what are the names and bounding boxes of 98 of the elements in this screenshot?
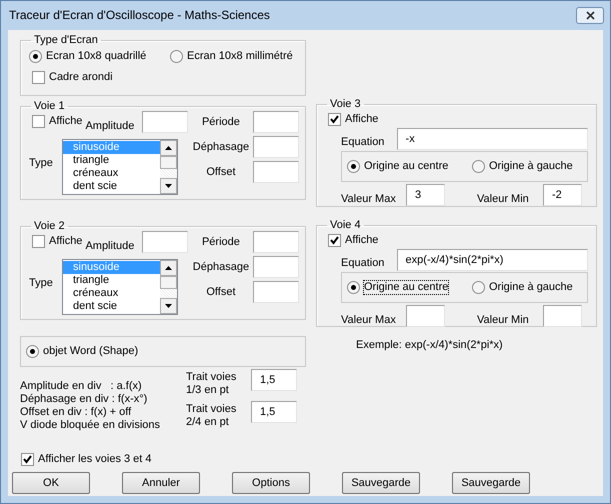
- text-field[interactable]: [253, 111, 300, 133]
- group-title: Voie 4: [329, 219, 362, 232]
- list-item[interactable]: créneaux: [63, 287, 160, 300]
- radio-button[interactable]: [472, 281, 485, 294]
- radio-label[interactable]: Ecran 10x8 quadrillé: [46, 50, 146, 63]
- radio-button[interactable]: [29, 50, 42, 63]
- up-arrow-icon: [165, 146, 172, 150]
- group-title: Voie 2: [33, 220, 66, 233]
- checkbox[interactable]: [328, 234, 341, 247]
- text-field[interactable]: [253, 256, 300, 278]
- text-field[interactable]: -2: [543, 184, 582, 206]
- dialog-button[interactable]: Options: [232, 472, 310, 494]
- window-title: Traceur d'Ecran d'Oscilloscope - Maths-Sciences: [9, 9, 270, 22]
- checkbox-label[interactable]: Afficher les voies 3 et 4: [38, 453, 152, 466]
- amplitude-field[interactable]: [142, 231, 188, 253]
- text-field[interactable]: [253, 136, 300, 158]
- dialog-button[interactable]: Annuler: [122, 472, 200, 494]
- field-label: Période: [200, 236, 241, 248]
- checkbox[interactable]: [21, 453, 34, 466]
- note-text: V diode bloquée en divisions: [20, 419, 162, 432]
- checkbox[interactable]: [32, 71, 45, 84]
- close-icon: [586, 11, 594, 20]
- text-field[interactable]: [406, 305, 445, 327]
- note-text: Amplitude en div : a.f(x): [20, 380, 143, 393]
- list-item[interactable]: dent scie: [63, 180, 160, 193]
- radio-label[interactable]: objet Word (Shape): [43, 345, 138, 358]
- list-item[interactable]: triangle: [63, 274, 160, 287]
- field-label: Déphasage: [192, 260, 250, 274]
- field-label: Type: [29, 156, 54, 170]
- field-label: Offset: [205, 166, 237, 178]
- list-item[interactable]: créneaux: [63, 167, 160, 180]
- scroll-down-button[interactable]: [160, 178, 177, 194]
- radio-button[interactable]: [347, 160, 360, 173]
- scroll-thumb[interactable]: [160, 276, 177, 289]
- dialog-button[interactable]: OK: [12, 472, 90, 494]
- close-button[interactable]: [576, 7, 604, 24]
- dialog-button[interactable]: Sauvegarde: [452, 472, 530, 494]
- scroll-up-button[interactable]: [160, 260, 177, 276]
- checkbox-label[interactable]: Affiche: [49, 115, 82, 128]
- text-field[interactable]: 1,5: [251, 369, 297, 391]
- scroll-up-button[interactable]: [160, 140, 177, 156]
- list-box[interactable]: sinusoide triangle créneaux dent scie: [62, 259, 178, 315]
- scrollbar[interactable]: [160, 260, 177, 314]
- checkbox[interactable]: [328, 113, 341, 126]
- note-text: Déphasage en div : f(x-x°): [20, 393, 148, 406]
- radio-button[interactable]: [26, 345, 39, 358]
- field-label: Equation: [341, 136, 386, 148]
- checkbox-label[interactable]: Affiche: [49, 235, 82, 248]
- list-item[interactable]: triangle: [63, 154, 160, 167]
- field-label: Valeur Min: [477, 193, 530, 206]
- text-field[interactable]: [253, 161, 300, 183]
- field-label: Trait voies 2/4 en pt: [186, 403, 238, 429]
- radio-label[interactable]: Origine au centre: [364, 281, 448, 294]
- group-title: Voie 3: [329, 98, 362, 111]
- dialog-button[interactable]: Sauvegarde: [342, 472, 420, 494]
- text-field[interactable]: 3: [406, 184, 445, 206]
- checkbox[interactable]: [32, 115, 45, 128]
- checkbox-label[interactable]: Affiche: [345, 234, 378, 247]
- example-text: Exemple: exp(-x/4)*sin(2*pi*x): [356, 339, 503, 352]
- equation-field[interactable]: exp(-x/4)*sin(2*pi*x): [396, 249, 588, 271]
- radio-button[interactable]: [472, 160, 485, 173]
- checkbox-label[interactable]: Cadre arondi: [49, 71, 113, 84]
- amplitude-field[interactable]: [142, 111, 188, 133]
- field-label: Type: [29, 276, 54, 290]
- radio-button[interactable]: [347, 281, 360, 294]
- field-label: Valeur Max: [341, 193, 397, 206]
- radio-label[interactable]: Origine au centre: [364, 160, 448, 173]
- field-label: Période: [200, 116, 241, 128]
- field-label: Equation: [341, 256, 386, 270]
- radio-label[interactable]: Origine à gauche: [489, 281, 573, 294]
- equation-field[interactable]: -x: [396, 128, 588, 150]
- scroll-thumb[interactable]: [160, 156, 177, 169]
- field-label: Valeur Min: [477, 314, 530, 327]
- field-label: Trait voies 1/3 en pt: [186, 371, 238, 397]
- checkbox[interactable]: [32, 235, 45, 248]
- down-arrow-icon: [165, 304, 172, 308]
- radio-label[interactable]: Ecran 10x8 millimétré: [187, 50, 293, 63]
- text-field[interactable]: [253, 281, 300, 303]
- group-title: Type d'Ecran: [33, 34, 99, 47]
- group-title: Voie 1: [33, 100, 66, 113]
- radio-label[interactable]: Origine à gauche: [489, 160, 573, 173]
- field-label: Offset: [205, 286, 237, 298]
- list-item[interactable]: dent scie: [63, 300, 160, 313]
- field-label: Valeur Max: [341, 314, 397, 327]
- list-box[interactable]: sinusoide triangle créneaux dent scie: [62, 139, 178, 195]
- scroll-down-button[interactable]: [160, 298, 177, 314]
- text-field[interactable]: [253, 231, 300, 253]
- text-field[interactable]: 1,5: [251, 401, 297, 423]
- note-text: Offset en div : f(x) + off: [20, 406, 132, 419]
- field-label: Amplitude: [85, 240, 136, 253]
- text-field[interactable]: [543, 305, 582, 327]
- scrollbar[interactable]: [160, 140, 177, 194]
- field-label: Déphasage: [192, 140, 250, 154]
- down-arrow-icon: [165, 184, 172, 188]
- checkbox-label[interactable]: Affiche: [345, 113, 378, 126]
- radio-button[interactable]: [170, 50, 183, 63]
- up-arrow-icon: [165, 266, 172, 270]
- field-label: Amplitude: [85, 120, 136, 133]
